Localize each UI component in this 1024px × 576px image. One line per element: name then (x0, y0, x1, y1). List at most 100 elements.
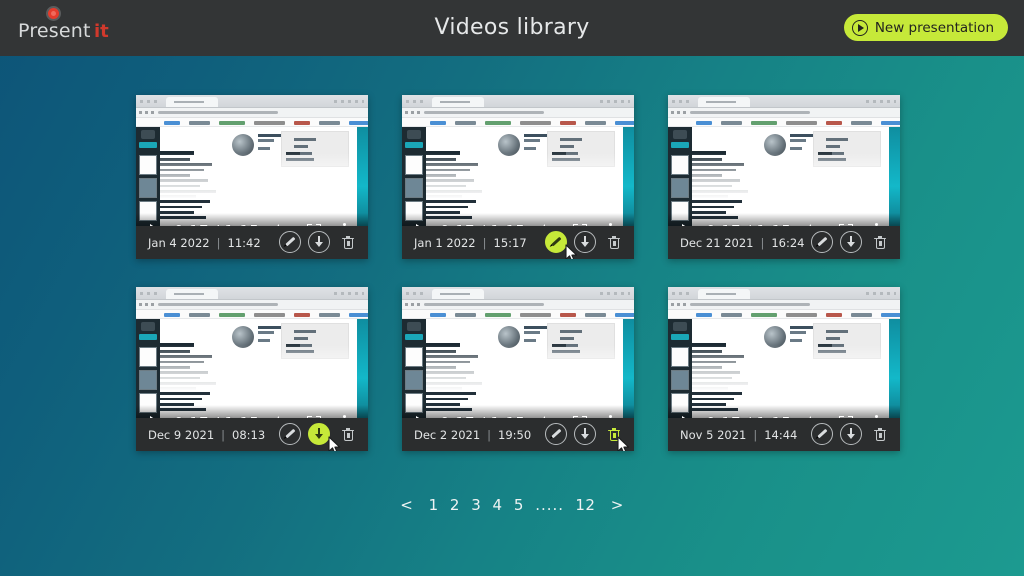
video-card[interactable]: 0:17 / 1:15Dec 2 2021|19:50 (402, 287, 634, 451)
pagination-page-2[interactable]: 2 (447, 496, 463, 514)
delete-button[interactable] (869, 231, 891, 253)
pagination-page-1[interactable]: 1 (426, 496, 442, 514)
pagination-next[interactable]: > (604, 496, 631, 514)
edit-button[interactable] (545, 231, 567, 253)
browser-chrome (402, 95, 634, 108)
card-footer: Dec 21 2021 | 16:24 (668, 226, 900, 259)
card-date: Dec 21 2021 (680, 236, 754, 250)
slide-accent-edge (889, 319, 900, 418)
download-button[interactable] (840, 423, 862, 445)
card-footer: Jan 4 2022 | 11:42 (136, 226, 368, 259)
new-presentation-button[interactable]: New presentation (843, 14, 1008, 41)
editor-sidebar (402, 127, 426, 226)
video-card[interactable]: 0:17 / 1:15Jan 4 2022|11:42 (136, 95, 368, 259)
video-thumbnail[interactable] (668, 95, 900, 226)
delete-button[interactable] (603, 423, 625, 445)
slide-accent-edge (889, 127, 900, 226)
browser-chrome (668, 95, 900, 108)
delete-button[interactable] (603, 231, 625, 253)
card-meta: Jan 1 2022 | 15:17 (414, 236, 527, 250)
card-time: 08:13 (232, 428, 266, 442)
download-button[interactable] (308, 231, 330, 253)
pagination-prev[interactable]: < (393, 496, 420, 514)
card-date: Dec 2 2021 (414, 428, 481, 442)
card-actions (545, 423, 625, 445)
video-thumbnail[interactable] (136, 95, 368, 226)
browser-chrome (136, 287, 368, 300)
card-date: Jan 4 2022 (148, 236, 210, 250)
card-actions (811, 423, 891, 445)
card-actions (279, 423, 359, 445)
download-button[interactable] (574, 231, 596, 253)
download-button[interactable] (574, 423, 596, 445)
download-icon (315, 236, 323, 247)
card-meta-separator: | (482, 236, 487, 250)
download-icon (581, 428, 589, 439)
trash-icon (342, 428, 354, 441)
trash-icon (874, 428, 886, 441)
card-actions (545, 231, 625, 253)
card-meta: Dec 21 2021 | 16:24 (680, 236, 805, 250)
download-icon (581, 236, 589, 247)
browser-chrome (402, 287, 634, 300)
pencil-icon (284, 237, 296, 247)
card-meta-separator: | (216, 236, 221, 250)
video-card[interactable]: 0:17 / 1:15Jan 1 2022|15:17 (402, 95, 634, 259)
card-footer: Nov 5 2021 | 14:44 (668, 418, 900, 451)
delete-button[interactable] (337, 423, 359, 445)
card-meta: Dec 2 2021 | 19:50 (414, 428, 531, 442)
pagination-ellipsis: ..... (535, 496, 565, 514)
video-thumbnail[interactable] (402, 95, 634, 226)
video-card[interactable]: 0:17 / 1:15Dec 9 2021|08:13 (136, 287, 368, 451)
delete-button[interactable] (869, 423, 891, 445)
pagination-page-4[interactable]: 4 (490, 496, 506, 514)
video-thumbnail[interactable] (136, 287, 368, 418)
video-card[interactable]: 0:17 / 1:15Dec 21 2021|16:24 (668, 95, 900, 259)
card-time: 16:24 (771, 236, 805, 250)
edit-button[interactable] (811, 423, 833, 445)
edit-button[interactable] (811, 231, 833, 253)
pencil-icon (550, 237, 562, 247)
video-card[interactable]: 0:17 / 1:15Nov 5 2021|14:44 (668, 287, 900, 451)
card-footer: Dec 9 2021 | 08:13 (136, 418, 368, 451)
edit-button[interactable] (545, 423, 567, 445)
download-icon (847, 236, 855, 247)
card-meta: Jan 4 2022 | 11:42 (148, 236, 261, 250)
card-meta-separator: | (221, 428, 226, 442)
pagination-page-5[interactable]: 5 (511, 496, 527, 514)
edit-button[interactable] (279, 231, 301, 253)
card-meta-separator: | (760, 236, 765, 250)
download-icon (847, 428, 855, 439)
video-thumbnail[interactable] (668, 287, 900, 418)
pagination-page-last[interactable]: 12 (572, 496, 598, 514)
video-thumbnail[interactable] (402, 287, 634, 418)
pencil-icon (816, 429, 828, 439)
delete-button[interactable] (337, 231, 359, 253)
pencil-icon (284, 429, 296, 439)
card-date: Jan 1 2022 (414, 236, 476, 250)
videos-grid: 0:17 / 1:15Jan 4 2022|11:420:17 / 1:15Ja… (136, 95, 900, 451)
download-button[interactable] (840, 231, 862, 253)
card-date: Dec 9 2021 (148, 428, 215, 442)
card-meta: Dec 9 2021 | 08:13 (148, 428, 265, 442)
play-circle-icon (851, 19, 868, 36)
edit-button[interactable] (279, 423, 301, 445)
card-time: 15:17 (493, 236, 527, 250)
slide-accent-edge (357, 127, 368, 226)
card-meta-separator: | (487, 428, 492, 442)
card-actions (811, 231, 891, 253)
trash-icon (608, 236, 620, 249)
card-time: 11:42 (227, 236, 261, 250)
pencil-icon (550, 429, 562, 439)
card-time: 14:44 (764, 428, 798, 442)
editor-sidebar (136, 319, 160, 418)
browser-chrome (136, 95, 368, 108)
trash-icon (342, 236, 354, 249)
card-footer: Jan 1 2022 | 15:17 (402, 226, 634, 259)
pagination-page-3[interactable]: 3 (468, 496, 484, 514)
download-button[interactable] (308, 423, 330, 445)
card-meta: Nov 5 2021 | 14:44 (680, 428, 797, 442)
pagination: < 1 2 3 4 5 ..... 12 > (0, 496, 1024, 514)
slide-accent-edge (623, 319, 634, 418)
download-icon (315, 428, 323, 439)
